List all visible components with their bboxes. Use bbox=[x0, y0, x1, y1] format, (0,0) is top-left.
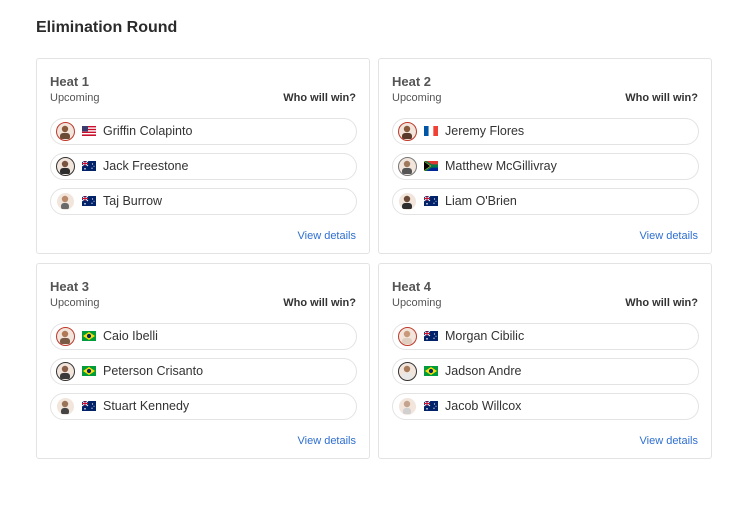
south-africa-flag-icon bbox=[424, 161, 438, 171]
heat-title: Heat 2 bbox=[392, 74, 432, 89]
surfer-pick-stuart-kennedy[interactable]: Stuart Kennedy bbox=[50, 393, 357, 420]
australia-flag-icon bbox=[424, 331, 438, 341]
view-details-link[interactable]: View details bbox=[640, 230, 699, 242]
surfer-avatar bbox=[56, 122, 75, 141]
surfer-pick-jack-freestone[interactable]: Jack Freestone bbox=[50, 153, 357, 180]
heat-status: Upcoming bbox=[50, 297, 100, 309]
france-flag-icon bbox=[424, 126, 438, 136]
heat-status: Upcoming bbox=[50, 92, 100, 104]
brazil-flag-icon bbox=[424, 366, 438, 376]
surfer-pick-jeremy-flores[interactable]: Jeremy Flores bbox=[392, 118, 699, 145]
surfer-pick-liam-obrien[interactable]: Liam O'Brien bbox=[392, 188, 699, 215]
page-title: Elimination Round bbox=[36, 19, 178, 36]
surfer-avatar bbox=[398, 397, 417, 416]
usa-flag-icon bbox=[82, 126, 96, 136]
who-will-win-label: Who will win? bbox=[283, 297, 356, 309]
surfer-pick-jacob-willcox[interactable]: Jacob Willcox bbox=[392, 393, 699, 420]
who-will-win-label: Who will win? bbox=[625, 297, 698, 309]
brazil-flag-icon bbox=[82, 331, 96, 341]
australia-flag-icon bbox=[424, 401, 438, 411]
australia-flag-icon bbox=[82, 161, 96, 171]
heat-title: Heat 3 bbox=[50, 279, 90, 294]
heat-card-4: Heat 4 Upcoming Who will win? Morgan Cib… bbox=[378, 263, 712, 459]
australia-flag-icon bbox=[424, 196, 438, 206]
surfer-name: Stuart Kennedy bbox=[103, 399, 190, 413]
surfer-avatar bbox=[398, 192, 417, 211]
australia-flag-icon bbox=[82, 401, 96, 411]
who-will-win-label: Who will win? bbox=[625, 92, 698, 104]
australia-flag-icon bbox=[82, 196, 96, 206]
heat-status: Upcoming bbox=[392, 92, 442, 104]
heat-status: Upcoming bbox=[392, 297, 442, 309]
surfer-avatar bbox=[398, 157, 417, 176]
surfer-avatar bbox=[56, 157, 75, 176]
surfer-name: Liam O'Brien bbox=[445, 194, 517, 208]
view-details-link[interactable]: View details bbox=[298, 230, 357, 242]
surfer-name: Jadson Andre bbox=[445, 364, 522, 378]
heat-card-3: Heat 3 Upcoming Who will win? Caio Ibell… bbox=[36, 263, 370, 459]
surfer-name: Taj Burrow bbox=[103, 194, 163, 208]
surfer-name: Morgan Cibilic bbox=[445, 329, 525, 343]
surfer-pick-peterson-crisanto[interactable]: Peterson Crisanto bbox=[50, 358, 357, 385]
surfer-pick-griffin-colapinto[interactable]: Griffin Colapinto bbox=[50, 118, 357, 145]
surfer-pick-morgan-cibilic[interactable]: Morgan Cibilic bbox=[392, 323, 699, 350]
surfer-name: Caio Ibelli bbox=[103, 329, 158, 343]
surfer-avatar bbox=[56, 192, 75, 211]
surfer-avatar bbox=[56, 362, 75, 381]
heat-card-2: Heat 2 Upcoming Who will win? Jeremy Flo… bbox=[378, 58, 712, 254]
surfer-pick-jadson-andre[interactable]: Jadson Andre bbox=[392, 358, 699, 385]
heat-title: Heat 4 bbox=[392, 279, 432, 294]
surfer-name: Jack Freestone bbox=[103, 159, 189, 173]
heat-card-1: Heat 1 Upcoming Who will win? Griffin Co… bbox=[36, 58, 370, 254]
view-details-link[interactable]: View details bbox=[298, 435, 357, 447]
surfer-name: Matthew McGillivray bbox=[445, 159, 557, 173]
surfer-name: Griffin Colapinto bbox=[103, 124, 193, 138]
brazil-flag-icon bbox=[82, 366, 96, 376]
surfer-avatar bbox=[56, 397, 75, 416]
surfer-avatar bbox=[398, 122, 417, 141]
surfer-pick-caio-ibelli[interactable]: Caio Ibelli bbox=[50, 323, 357, 350]
surfer-name: Peterson Crisanto bbox=[103, 364, 204, 378]
view-details-link[interactable]: View details bbox=[640, 435, 699, 447]
surfer-name: Jeremy Flores bbox=[445, 124, 525, 138]
surfer-name: Jacob Willcox bbox=[445, 399, 522, 413]
surfer-pick-matthew-mcgillivray[interactable]: Matthew McGillivray bbox=[392, 153, 699, 180]
who-will-win-label: Who will win? bbox=[283, 92, 356, 104]
surfer-avatar bbox=[398, 362, 417, 381]
surfer-avatar bbox=[398, 327, 417, 346]
heat-title: Heat 1 bbox=[50, 74, 90, 89]
surfer-avatar bbox=[56, 327, 75, 346]
surfer-pick-taj-burrow[interactable]: Taj Burrow bbox=[50, 188, 357, 215]
